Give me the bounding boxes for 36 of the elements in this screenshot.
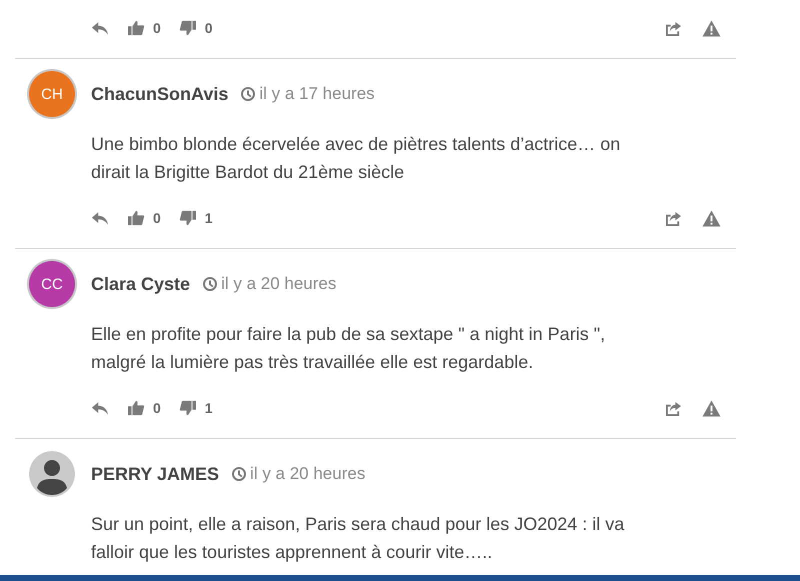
dislike-count: 1 bbox=[204, 400, 213, 416]
like-count: 0 bbox=[153, 210, 161, 226]
thumbs-up-icon[interactable] bbox=[127, 20, 145, 36]
clock-icon bbox=[231, 466, 248, 482]
thumbs-down-icon[interactable] bbox=[178, 20, 197, 36]
author-name[interactable]: Clara Cyste bbox=[91, 274, 190, 294]
clock-icon bbox=[240, 86, 256, 102]
warning-icon[interactable] bbox=[702, 400, 721, 416]
thumbs-down-icon[interactable] bbox=[178, 400, 197, 416]
warning-icon[interactable] bbox=[702, 20, 721, 36]
warning-icon[interactable] bbox=[702, 210, 721, 226]
timestamp: il y a 20 heures bbox=[250, 464, 366, 484]
like-count: 0 bbox=[153, 20, 161, 36]
timestamp: il y a 17 heures bbox=[259, 84, 375, 104]
comment-text: Une bimbo blonde écervelée avec de piètres talents d’actrice… on dirait la Brigitte Bardot du 21ème siècle bbox=[91, 133, 622, 184]
like-count: 0 bbox=[153, 400, 161, 416]
avatar-icon bbox=[29, 451, 75, 497]
thumbs-up-icon[interactable] bbox=[127, 400, 145, 416]
avatar: CC bbox=[29, 261, 75, 307]
reply-icon[interactable] bbox=[91, 400, 109, 416]
comment-text: Elle en profite pour faire la pub de sa sextape " a night in Paris ", malgré la lumière pas très travaillée elle est regardable. bbox=[91, 323, 606, 374]
avatar: CH bbox=[29, 71, 75, 117]
timestamp: il y a 20 heures bbox=[221, 274, 336, 294]
reply-icon[interactable] bbox=[91, 20, 109, 36]
share-icon[interactable] bbox=[665, 400, 682, 416]
thumbs-up-icon[interactable] bbox=[127, 210, 145, 226]
share-icon[interactable] bbox=[665, 20, 682, 36]
thumbs-down-icon[interactable] bbox=[178, 210, 197, 226]
clock-icon bbox=[202, 276, 218, 292]
author-name[interactable]: PERRY JAMES bbox=[91, 464, 220, 484]
comment-text: Sur un point, elle a raison, Paris sera chaud pour les JO2024 : il va falloir que les touristes apprennent à courir vite….. bbox=[91, 513, 626, 564]
reply-icon[interactable] bbox=[91, 210, 109, 226]
dislike-count: 0 bbox=[204, 20, 213, 36]
author-name[interactable]: ChacunSonAvis bbox=[91, 84, 228, 104]
dislike-count: 1 bbox=[204, 210, 213, 226]
share-icon[interactable] bbox=[665, 210, 682, 226]
